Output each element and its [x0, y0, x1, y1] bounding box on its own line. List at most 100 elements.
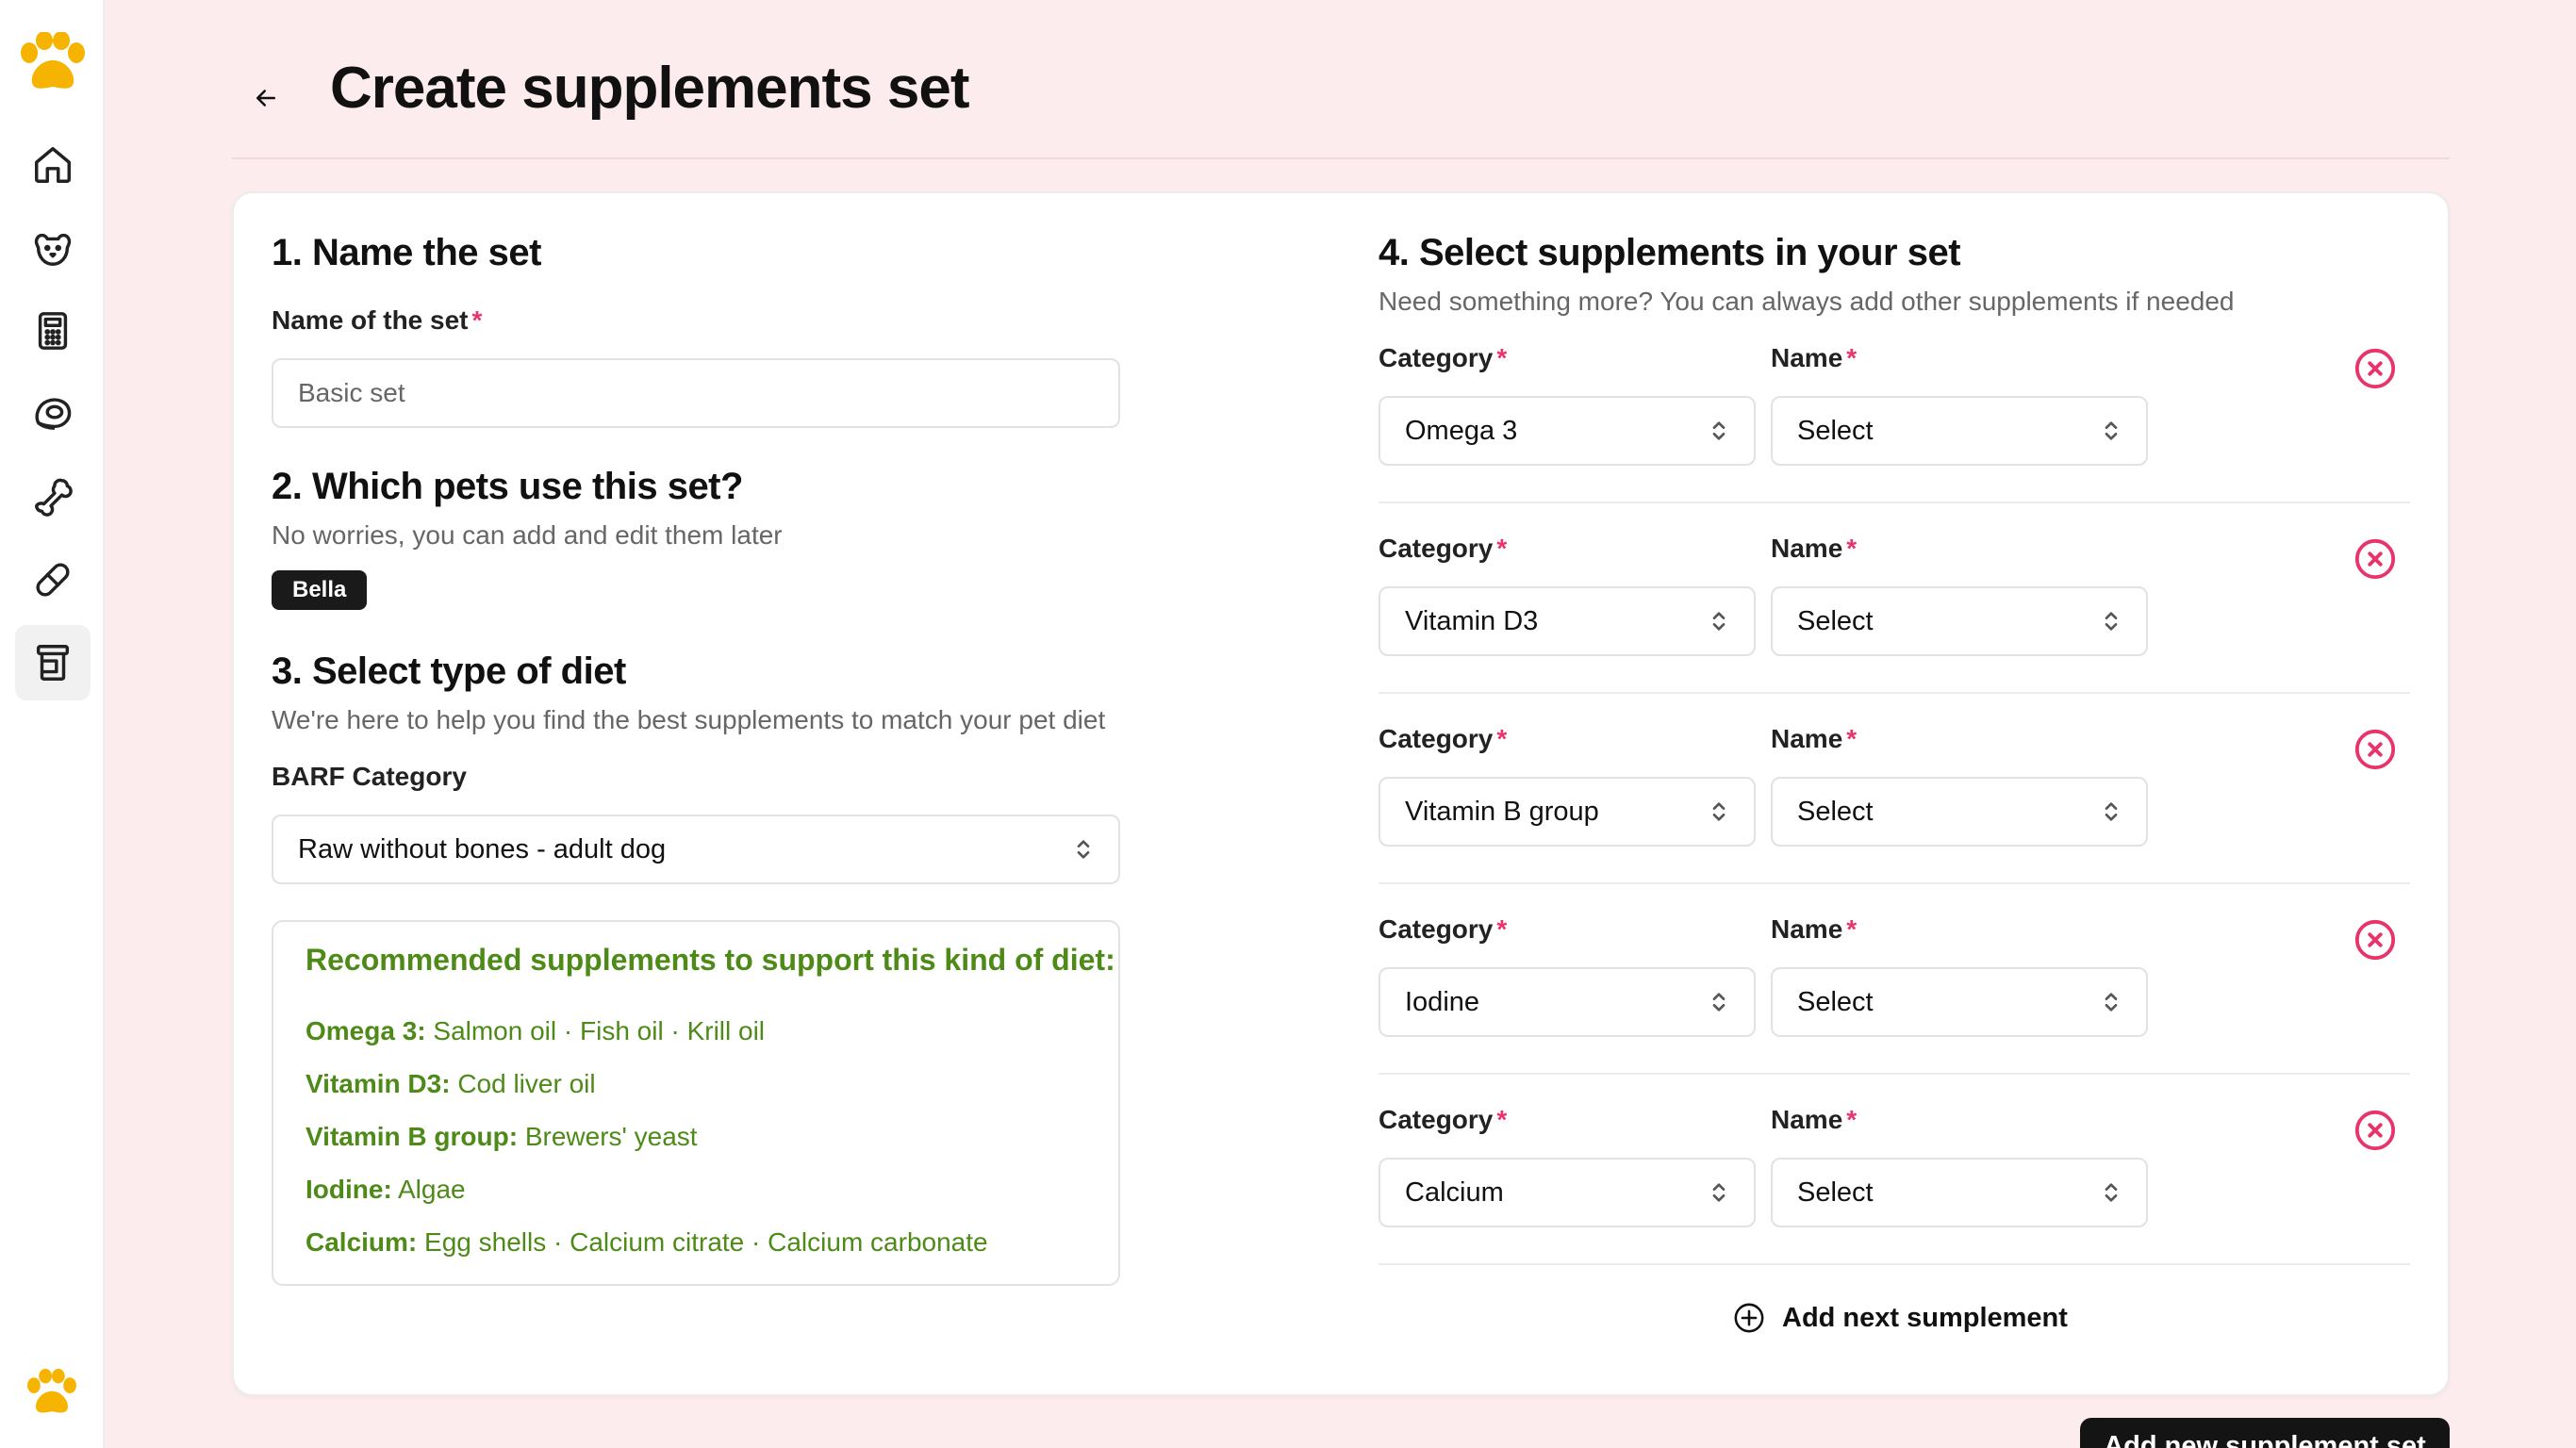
- plus-circle-icon: [1734, 1303, 1764, 1333]
- name-label: Name *: [1771, 534, 1857, 564]
- chevron-up-down-icon: [2105, 993, 2118, 1012]
- recommendation-item: Calcium: Egg shells · Calcium citrate · …: [305, 1227, 988, 1258]
- close-circle-icon: [2354, 1110, 2396, 1151]
- category-select[interactable]: Vitamin D3: [1379, 586, 1756, 656]
- remove-row-button[interactable]: [2353, 728, 2397, 771]
- recommendation-item-values: Cod liver oil: [457, 1069, 596, 1098]
- name-select[interactable]: Select: [1771, 967, 2148, 1037]
- chevron-up-down-icon: [1712, 993, 1726, 1012]
- name-label-text: Name: [1771, 914, 1843, 944]
- chevron-up-down-icon: [1712, 802, 1726, 821]
- name-value: Select: [1797, 1176, 1874, 1208]
- recommendation-item-name: Calcium:: [305, 1227, 418, 1257]
- name-label-text: Name: [1771, 343, 1843, 372]
- required-mark: *: [1846, 724, 1858, 753]
- chevron-up-down-icon: [1712, 612, 1726, 631]
- add-next-supplement-button[interactable]: Add next sumplement: [1733, 1302, 2068, 1334]
- paw-logo-small-icon: [25, 1369, 79, 1418]
- add-next-supplement-label: Add next sumplement: [1782, 1302, 2068, 1333]
- section-diet-subtitle: We're here to help you find the best sup…: [272, 705, 1106, 734]
- category-value: Calcium: [1405, 1176, 1504, 1208]
- remove-row-button[interactable]: [2353, 1109, 2397, 1152]
- recommendation-item-values: Egg shells · Calcium citrate · Calcium c…: [424, 1227, 988, 1257]
- section-pets-subtitle: No worries, you can add and edit them la…: [272, 520, 783, 550]
- back-button[interactable]: [247, 79, 285, 117]
- recommendation-item-name: Vitamin D3:: [305, 1069, 451, 1098]
- name-select[interactable]: Select: [1771, 396, 2148, 466]
- recommendation-item: Vitamin B group: Brewers' yeast: [305, 1122, 698, 1152]
- category-value: Vitamin D3: [1405, 605, 1539, 636]
- close-circle-icon: [2354, 919, 2396, 961]
- name-value: Select: [1797, 415, 1874, 446]
- section-supplements-subtitle: Need something more? You can always add …: [1379, 287, 2235, 316]
- sidebar: [0, 0, 105, 1448]
- required-mark: *: [471, 305, 483, 335]
- category-label: Category *: [1379, 343, 1507, 373]
- category-label-text: Category: [1379, 1105, 1494, 1134]
- name-select[interactable]: Select: [1771, 1158, 2148, 1227]
- sidebar-item-pets[interactable]: [15, 210, 91, 286]
- name-label-text: Name: [1771, 534, 1843, 563]
- section-name-title: 1. Name the set: [272, 232, 541, 273]
- category-select[interactable]: Calcium: [1379, 1158, 1756, 1227]
- remove-row-button[interactable]: [2353, 347, 2397, 390]
- pill-icon: [36, 563, 70, 597]
- row-divider: [1379, 502, 2410, 503]
- remove-row-button[interactable]: [2353, 537, 2397, 581]
- category-label-text: Category: [1379, 914, 1494, 944]
- page-title: Create supplements set: [330, 56, 969, 121]
- category-select[interactable]: Omega 3: [1379, 396, 1756, 466]
- category-label-text: Category: [1379, 724, 1494, 753]
- sidebar-item-bones[interactable]: [15, 459, 91, 535]
- category-label: Category *: [1379, 914, 1507, 945]
- required-mark: *: [1496, 534, 1508, 563]
- sidebar-item-home[interactable]: [15, 127, 91, 203]
- required-mark: *: [1496, 343, 1508, 372]
- name-label-text: Name: [1771, 724, 1843, 753]
- recommendation-item-name: Iodine:: [305, 1175, 392, 1204]
- name-select[interactable]: Select: [1771, 777, 2148, 847]
- calculator-icon: [38, 312, 68, 350]
- category-label-text: Category: [1379, 534, 1494, 563]
- set-name-input[interactable]: Basic set: [272, 358, 1120, 428]
- row-divider: [1379, 1073, 2410, 1075]
- required-mark: *: [1496, 914, 1508, 944]
- recommendation-title: Recommended supplements to support this …: [305, 943, 1115, 977]
- recommendation-item: Iodine: Algae: [305, 1175, 466, 1205]
- category-label: Category *: [1379, 724, 1507, 754]
- add-new-supplement-set-button[interactable]: Add new supplement set: [2080, 1418, 2450, 1448]
- sidebar-item-supplements[interactable]: [15, 625, 91, 700]
- row-divider: [1379, 692, 2410, 694]
- barf-category-select[interactable]: Raw without bones - adult dog: [272, 814, 1120, 884]
- sidebar-item-medicine[interactable]: [15, 542, 91, 617]
- meat-icon: [35, 398, 72, 431]
- required-mark: *: [1846, 914, 1858, 944]
- sidebar-item-calculator[interactable]: [15, 293, 91, 369]
- paw-logo-icon[interactable]: [17, 31, 89, 94]
- remove-row-button[interactable]: [2353, 918, 2397, 962]
- sidebar-item-meat[interactable]: [15, 376, 91, 452]
- name-value: Select: [1797, 986, 1874, 1017]
- supplement-jar-icon: [36, 645, 70, 681]
- barf-category-value: Raw without bones - adult dog: [298, 833, 667, 864]
- name-select[interactable]: Select: [1771, 586, 2148, 656]
- recommendation-item-values: Brewers' yeast: [524, 1122, 698, 1151]
- category-select[interactable]: Vitamin B group: [1379, 777, 1756, 847]
- recommendation-item-name: Omega 3:: [305, 1016, 426, 1045]
- name-value: Select: [1797, 605, 1874, 636]
- name-label: Name *: [1771, 1105, 1857, 1135]
- header-divider: [232, 157, 2450, 159]
- category-label-text: Category: [1379, 343, 1494, 372]
- recommendation-box: Recommended supplements to support this …: [272, 920, 1120, 1286]
- section-pets-title: 2. Which pets use this set?: [272, 466, 743, 507]
- category-value: Iodine: [1405, 986, 1480, 1017]
- arrow-left-icon: [256, 90, 275, 107]
- pet-chip[interactable]: Bella: [272, 570, 368, 610]
- recommendation-item: Vitamin D3: Cod liver oil: [305, 1069, 596, 1099]
- category-select[interactable]: Iodine: [1379, 967, 1756, 1037]
- chevron-up-down-icon: [1712, 421, 1726, 440]
- dog-face-icon: [34, 233, 72, 266]
- name-label-text: Name: [1771, 1105, 1843, 1134]
- bone-icon: [35, 478, 73, 517]
- row-divider: [1379, 882, 2410, 884]
